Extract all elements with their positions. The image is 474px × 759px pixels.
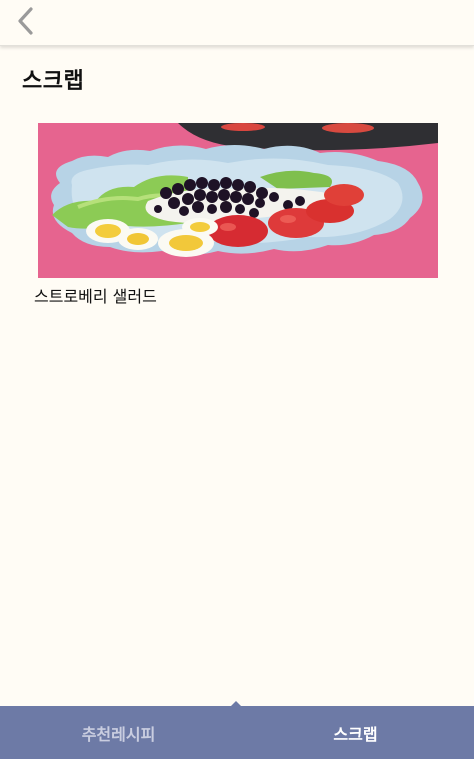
recipe-image (38, 123, 438, 278)
recipe-title: 스트로베리 샐러드 (34, 287, 157, 306)
top-bar (0, 0, 474, 46)
tab-recommended-recipes[interactable]: 추천레시피 (0, 706, 237, 759)
chevron-left-icon (18, 7, 33, 35)
page-title: 스크랩 (22, 69, 85, 94)
scrap-card[interactable]: 스트로베리 샐러드 (34, 123, 438, 306)
active-tab-pointer (231, 701, 241, 706)
back-button[interactable] (8, 4, 42, 38)
tab-scrap[interactable]: 스크랩 (237, 706, 474, 759)
scrap-screen: 스크랩 스트로베리 샐러드 추천레시피 스크랩 (0, 0, 474, 759)
bottom-tab-bar: 추천레시피 스크랩 (0, 701, 474, 759)
